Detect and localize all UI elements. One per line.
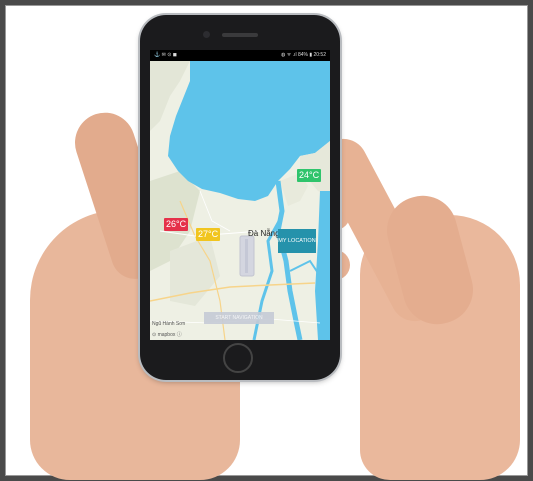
temperature-marker[interactable]: 27°C [196,228,221,241]
phone: ⚓ ✉ ⊙ ◼ ◍ ᯤ .ıl 84% ▮ 20:52 24°C 26°C 27… [140,15,340,380]
status-notification-icons: ⚓ ✉ ⊙ ◼ [154,52,177,58]
status-bar: ⚓ ✉ ⊙ ◼ ◍ ᯤ .ıl 84% ▮ 20:52 [150,50,330,61]
city-label: Đà Nẵng [248,229,280,238]
home-button[interactable] [223,343,253,373]
district-label: Ngũ Hành Sơn [152,321,186,327]
temperature-marker[interactable]: 24°C [297,169,322,182]
my-location-button[interactable]: MY LOCATION [278,229,316,253]
front-camera [203,31,210,38]
map-view[interactable]: 24°C 26°C 27°C Đà Nẵng Ngũ Hành Sơn ⊙ ma… [150,61,330,340]
phone-screen: ⚓ ✉ ⊙ ◼ ◍ ᯤ .ıl 84% ▮ 20:52 24°C 26°C 27… [150,50,330,340]
earpiece-speaker [222,33,258,37]
map-canvas [150,61,330,340]
temperature-marker[interactable]: 26°C [164,218,189,231]
status-right-info: ◍ ᯤ .ıl 84% ▮ 20:52 [280,52,326,58]
start-navigation-button[interactable]: START NAVIGATION [204,312,274,324]
map-attribution[interactable]: ⊙ mapbox ⓘ [152,331,182,338]
